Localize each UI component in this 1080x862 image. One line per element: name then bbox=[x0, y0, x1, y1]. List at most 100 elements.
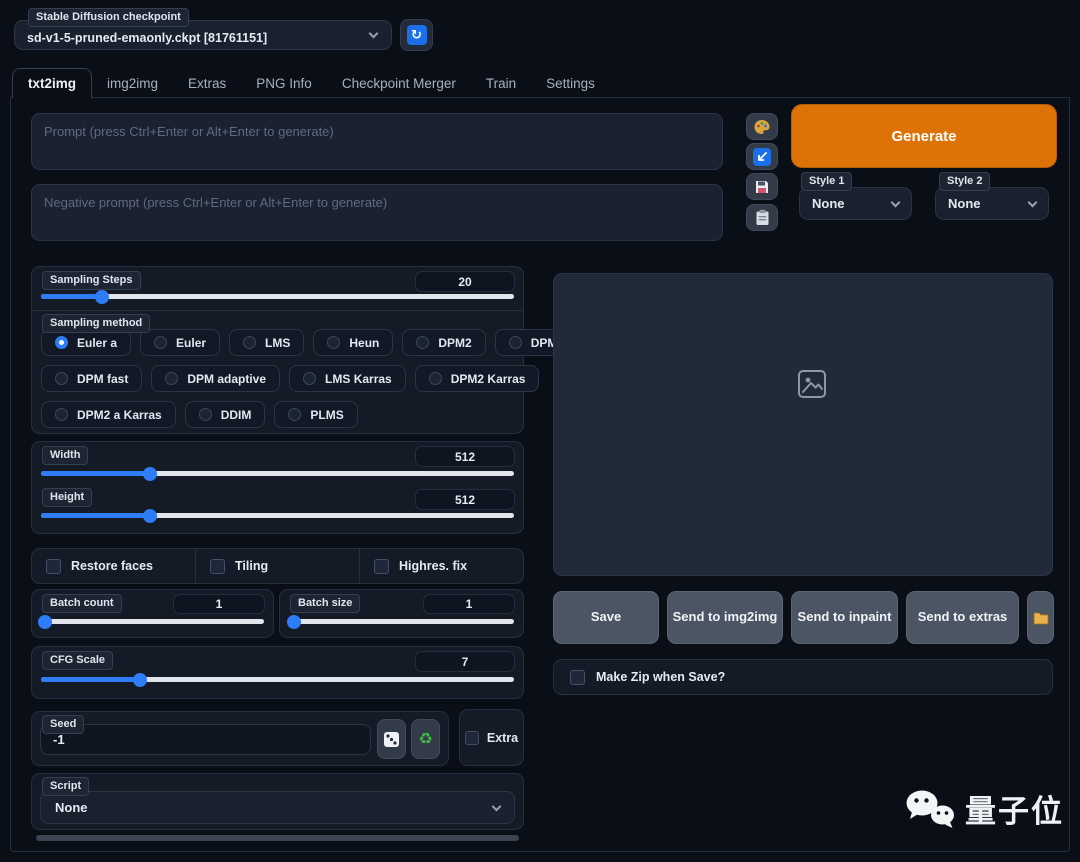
highres-fix-checkbox[interactable] bbox=[374, 559, 389, 574]
sampler-ddim[interactable]: DDIM bbox=[185, 401, 266, 428]
script-select[interactable]: None bbox=[40, 791, 515, 824]
sampler-euler[interactable]: Euler bbox=[140, 329, 220, 356]
seed-input[interactable] bbox=[40, 724, 371, 755]
script-label: Script bbox=[42, 777, 89, 796]
generate-button[interactable]: Generate bbox=[791, 104, 1057, 168]
watermark-text: 量子位 bbox=[965, 786, 1064, 831]
main-tabbar: txt2img img2img Extras PNG Info Checkpoi… bbox=[12, 68, 610, 98]
palette-icon bbox=[753, 118, 771, 136]
save-style-button[interactable] bbox=[746, 173, 778, 200]
style2-label: Style 2 bbox=[939, 172, 990, 191]
style1-select[interactable]: None bbox=[799, 187, 912, 220]
sampler-euler-a[interactable]: Euler a bbox=[41, 329, 131, 356]
send-to-extras-button[interactable]: Send to extras bbox=[906, 591, 1019, 644]
sampling-steps-slider[interactable] bbox=[41, 294, 514, 299]
refresh-checkpoints-button[interactable]: ↻ bbox=[400, 19, 433, 51]
sampler-lms-karras[interactable]: LMS Karras bbox=[289, 365, 406, 392]
radio-icon bbox=[165, 372, 178, 385]
batch-size-slider[interactable] bbox=[289, 619, 514, 624]
batch-size-panel: Batch size 1 bbox=[279, 589, 524, 638]
radio-selected-icon bbox=[55, 336, 68, 349]
txt2img-panel: Generate Style 1 None Style 2 None Sampl… bbox=[10, 97, 1070, 852]
horizontal-scrollbar[interactable] bbox=[36, 835, 519, 841]
radio-icon bbox=[416, 336, 429, 349]
batch-count-slider[interactable] bbox=[41, 619, 264, 624]
batch-size-value[interactable]: 1 bbox=[423, 594, 515, 614]
sampler-dpm2-a-karras[interactable]: DPM2 a Karras bbox=[41, 401, 176, 428]
seed-extra-checkbox[interactable] bbox=[465, 731, 479, 745]
radio-icon bbox=[55, 372, 68, 385]
restore-faces-checkbox[interactable] bbox=[46, 559, 61, 574]
make-zip-option[interactable]: Make Zip when Save? bbox=[553, 659, 1053, 695]
sampler-plms[interactable]: PLMS bbox=[274, 401, 357, 428]
output-gallery bbox=[553, 273, 1053, 576]
negative-prompt-input[interactable] bbox=[31, 184, 723, 241]
seed-extra-panel[interactable]: Extra bbox=[459, 709, 524, 766]
generate-label: Generate bbox=[891, 128, 956, 145]
paste-arrow-icon bbox=[753, 148, 771, 166]
roll-artist-button[interactable] bbox=[746, 113, 778, 140]
tab-extras[interactable]: Extras bbox=[173, 68, 241, 98]
sampler-heun[interactable]: Heun bbox=[313, 329, 393, 356]
height-label: Height bbox=[42, 488, 92, 507]
send-to-inpaint-button[interactable]: Send to inpaint bbox=[791, 591, 898, 644]
sampler-dpm-fast[interactable]: DPM fast bbox=[41, 365, 142, 392]
chevron-down-icon bbox=[1028, 197, 1038, 207]
sampler-lms[interactable]: LMS bbox=[229, 329, 304, 356]
paste-params-button[interactable] bbox=[746, 143, 778, 170]
prompt-input[interactable] bbox=[31, 113, 723, 170]
tab-settings[interactable]: Settings bbox=[531, 68, 610, 98]
sampler-dpm-adaptive[interactable]: DPM adaptive bbox=[151, 365, 280, 392]
height-value[interactable]: 512 bbox=[415, 489, 515, 510]
style1-value: None bbox=[812, 196, 892, 211]
tab-checkpoint-merger[interactable]: Checkpoint Merger bbox=[327, 68, 471, 98]
reuse-seed-button[interactable]: ♻ bbox=[411, 719, 440, 759]
cfg-scale-label: CFG Scale bbox=[42, 651, 113, 670]
width-value[interactable]: 512 bbox=[415, 446, 515, 467]
sampler-dpm2-karras[interactable]: DPM2 Karras bbox=[415, 365, 540, 392]
cfg-scale-panel: CFG Scale 7 bbox=[31, 646, 524, 699]
height-slider[interactable] bbox=[41, 513, 514, 518]
make-zip-checkbox[interactable] bbox=[570, 670, 585, 685]
refresh-icon: ↻ bbox=[407, 25, 427, 45]
radio-icon bbox=[243, 336, 256, 349]
script-value: None bbox=[55, 800, 493, 815]
make-zip-label: Make Zip when Save? bbox=[596, 670, 725, 684]
sampling-method-label: Sampling method bbox=[42, 314, 150, 333]
radio-icon bbox=[303, 372, 316, 385]
sampling-steps-value[interactable]: 20 bbox=[415, 271, 515, 292]
highres-fix-label: Highres. fix bbox=[399, 559, 467, 573]
tab-txt2img[interactable]: txt2img bbox=[12, 68, 92, 98]
checkpoint-label: Stable Diffusion checkpoint bbox=[28, 8, 189, 27]
seed-extra-label: Extra bbox=[487, 731, 518, 745]
open-folder-button[interactable] bbox=[1027, 591, 1054, 644]
batch-count-value[interactable]: 1 bbox=[173, 594, 265, 614]
random-seed-button[interactable] bbox=[377, 719, 406, 759]
tab-img2img[interactable]: img2img bbox=[92, 68, 173, 98]
script-panel: Script None bbox=[31, 773, 524, 830]
tiling-checkbox[interactable] bbox=[210, 559, 225, 574]
batch-count-label: Batch count bbox=[42, 594, 122, 613]
watermark: 量子位 bbox=[904, 786, 1064, 831]
radio-icon bbox=[288, 408, 301, 421]
tab-png-info[interactable]: PNG Info bbox=[241, 68, 327, 98]
sampling-steps-label: Sampling Steps bbox=[42, 271, 141, 290]
sampler-dpm2[interactable]: DPM2 bbox=[402, 329, 485, 356]
highres-fix-option[interactable]: Highres. fix bbox=[359, 549, 523, 583]
save-button[interactable]: Save bbox=[553, 591, 659, 644]
cfg-scale-value[interactable]: 7 bbox=[415, 651, 515, 672]
width-label: Width bbox=[42, 446, 88, 465]
floppy-icon bbox=[754, 179, 770, 195]
width-slider[interactable] bbox=[41, 471, 514, 476]
radio-icon bbox=[509, 336, 522, 349]
cfg-scale-slider[interactable] bbox=[41, 677, 514, 682]
restore-faces-option[interactable]: Restore faces bbox=[32, 549, 195, 583]
recycle-icon: ♻ bbox=[418, 729, 432, 749]
batch-count-panel: Batch count 1 bbox=[31, 589, 274, 638]
send-to-img2img-button[interactable]: Send to img2img bbox=[667, 591, 783, 644]
tiling-option[interactable]: Tiling bbox=[195, 549, 359, 583]
apply-style-button[interactable] bbox=[746, 204, 778, 231]
tab-train[interactable]: Train bbox=[471, 68, 531, 98]
style2-select[interactable]: None bbox=[935, 187, 1049, 220]
image-placeholder-icon bbox=[797, 369, 827, 399]
